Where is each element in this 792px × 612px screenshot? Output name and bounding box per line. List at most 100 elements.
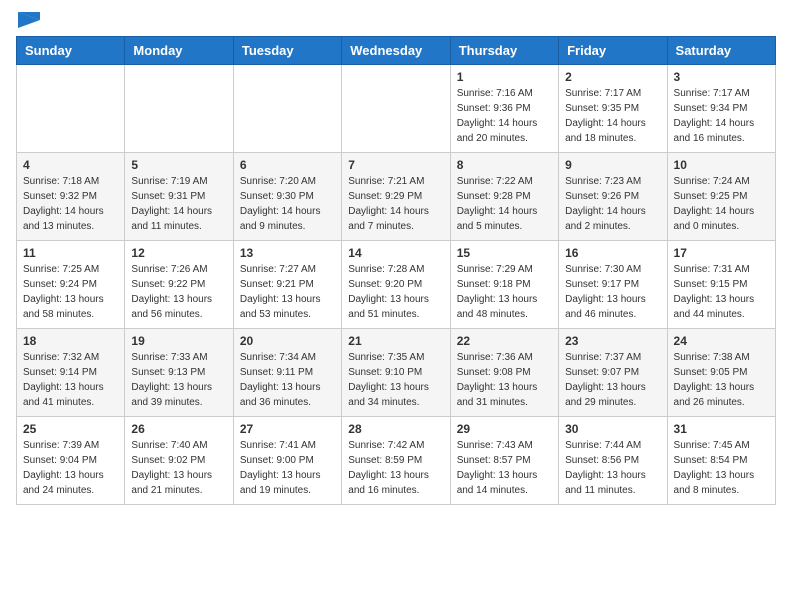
- day-info: Sunrise: 7:42 AM Sunset: 8:59 PM Dayligh…: [348, 438, 443, 498]
- calendar-cell: 16Sunrise: 7:30 AM Sunset: 9:17 PM Dayli…: [559, 241, 667, 329]
- day-info: Sunrise: 7:21 AM Sunset: 9:29 PM Dayligh…: [348, 174, 443, 234]
- day-number: 18: [23, 334, 118, 348]
- column-header-sunday: Sunday: [17, 37, 125, 65]
- day-info: Sunrise: 7:31 AM Sunset: 9:15 PM Dayligh…: [674, 262, 769, 322]
- day-number: 8: [457, 158, 552, 172]
- day-number: 26: [131, 422, 226, 436]
- day-number: 3: [674, 70, 769, 84]
- day-info: Sunrise: 7:24 AM Sunset: 9:25 PM Dayligh…: [674, 174, 769, 234]
- calendar-cell: 11 Sunrise: 7:25 AM Sunset: 9:24 PM Dayli…: [17, 241, 125, 329]
- calendar-cell: 2 Sunrise: 7:17 AM Sunset: 9:35 PM Daylig…: [559, 65, 667, 153]
- day-number: 28: [348, 422, 443, 436]
- day-number: 27: [240, 422, 335, 436]
- calendar-header-row: SundayMondayTuesdayWednesdayThursdayFrid…: [17, 37, 776, 65]
- day-number: 11: [23, 246, 118, 260]
- calendar-cell: 13 Sunrise: 7:27 AM Sunset: 9:21 PM Dayli…: [233, 241, 341, 329]
- calendar-cell: 15 Sunrise: 7:29 AM Sunset: 9:18 PM Dayli…: [450, 241, 558, 329]
- day-info: Sunrise: 7:23 AM Sunset: 9:26 PM Dayligh…: [565, 174, 660, 234]
- calendar-cell: 4Sunrise: 7:18 AM Sunset: 9:32 PM Daylig…: [17, 153, 125, 241]
- column-header-monday: Monday: [125, 37, 233, 65]
- day-number: 22: [457, 334, 552, 348]
- day-number: 2: [565, 70, 660, 84]
- calendar-cell: 17 Sunrise: 7:31 AM Sunset: 9:15 PM Dayli…: [667, 241, 775, 329]
- day-info: Sunrise: 7:17 AM Sunset: 9:34 PM Dayligh…: [674, 86, 769, 146]
- day-number: 7: [348, 158, 443, 172]
- day-number: 9: [565, 158, 660, 172]
- day-info: Sunrise: 7:38 AM Sunset: 9:05 PM Dayligh…: [674, 350, 769, 410]
- logo: [16, 16, 40, 28]
- calendar-week-row: 4Sunrise: 7:18 AM Sunset: 9:32 PM Daylig…: [17, 153, 776, 241]
- day-number: 12: [131, 246, 226, 260]
- calendar-cell: 3 Sunrise: 7:17 AM Sunset: 9:34 PM Daylig…: [667, 65, 775, 153]
- page-header: [16, 16, 776, 28]
- calendar-cell: 23 Sunrise: 7:37 AM Sunset: 9:07 PM Dayli…: [559, 329, 667, 417]
- calendar-cell: [125, 65, 233, 153]
- calendar-cell: 30Sunrise: 7:44 AM Sunset: 8:56 PM Dayli…: [559, 417, 667, 505]
- calendar-cell: 12 Sunrise: 7:26 AM Sunset: 9:22 PM Dayli…: [125, 241, 233, 329]
- day-number: 14: [348, 246, 443, 260]
- calendar-week-row: 25Sunrise: 7:39 AM Sunset: 9:04 PM Dayli…: [17, 417, 776, 505]
- day-info: Sunrise: 7:45 AM Sunset: 8:54 PM Dayligh…: [674, 438, 769, 498]
- day-number: 20: [240, 334, 335, 348]
- day-info: Sunrise: 7:28 AM Sunset: 9:20 PM Dayligh…: [348, 262, 443, 322]
- day-info: Sunrise: 7:37 AM Sunset: 9:07 PM Dayligh…: [565, 350, 660, 410]
- day-info: Sunrise: 7:26 AM Sunset: 9:22 PM Dayligh…: [131, 262, 226, 322]
- calendar-cell: [17, 65, 125, 153]
- calendar-cell: 6Sunrise: 7:20 AM Sunset: 9:30 PM Daylig…: [233, 153, 341, 241]
- day-number: 17: [674, 246, 769, 260]
- calendar-cell: 8 Sunrise: 7:22 AM Sunset: 9:28 PM Daylig…: [450, 153, 558, 241]
- day-number: 25: [23, 422, 118, 436]
- calendar-cell: 21 Sunrise: 7:35 AM Sunset: 9:10 PM Dayli…: [342, 329, 450, 417]
- calendar-table: SundayMondayTuesdayWednesdayThursdayFrid…: [16, 36, 776, 505]
- calendar-cell: 29 Sunrise: 7:43 AM Sunset: 8:57 PM Dayli…: [450, 417, 558, 505]
- day-info: Sunrise: 7:41 AM Sunset: 9:00 PM Dayligh…: [240, 438, 335, 498]
- calendar-week-row: 18 Sunrise: 7:32 AM Sunset: 9:14 PM Dayli…: [17, 329, 776, 417]
- day-info: Sunrise: 7:36 AM Sunset: 9:08 PM Dayligh…: [457, 350, 552, 410]
- calendar-week-row: 11 Sunrise: 7:25 AM Sunset: 9:24 PM Dayli…: [17, 241, 776, 329]
- day-info: Sunrise: 7:34 AM Sunset: 9:11 PM Dayligh…: [240, 350, 335, 410]
- day-number: 13: [240, 246, 335, 260]
- day-info: Sunrise: 7:33 AM Sunset: 9:13 PM Dayligh…: [131, 350, 226, 410]
- day-info: Sunrise: 7:27 AM Sunset: 9:21 PM Dayligh…: [240, 262, 335, 322]
- day-info: Sunrise: 7:19 AM Sunset: 9:31 PM Dayligh…: [131, 174, 226, 234]
- day-info: Sunrise: 7:29 AM Sunset: 9:18 PM Dayligh…: [457, 262, 552, 322]
- day-number: 15: [457, 246, 552, 260]
- calendar-cell: 10Sunrise: 7:24 AM Sunset: 9:25 PM Dayli…: [667, 153, 775, 241]
- calendar-cell: 9 Sunrise: 7:23 AM Sunset: 9:26 PM Daylig…: [559, 153, 667, 241]
- day-number: 24: [674, 334, 769, 348]
- calendar-week-row: 1Sunrise: 7:16 AM Sunset: 9:36 PM Daylig…: [17, 65, 776, 153]
- calendar-cell: 24 Sunrise: 7:38 AM Sunset: 9:05 PM Dayli…: [667, 329, 775, 417]
- calendar-cell: 5 Sunrise: 7:19 AM Sunset: 9:31 PM Daylig…: [125, 153, 233, 241]
- day-info: Sunrise: 7:32 AM Sunset: 9:14 PM Dayligh…: [23, 350, 118, 410]
- day-info: Sunrise: 7:17 AM Sunset: 9:35 PM Dayligh…: [565, 86, 660, 146]
- day-info: Sunrise: 7:43 AM Sunset: 8:57 PM Dayligh…: [457, 438, 552, 498]
- day-number: 5: [131, 158, 226, 172]
- calendar-cell: [233, 65, 341, 153]
- day-number: 4: [23, 158, 118, 172]
- calendar-cell: 14 Sunrise: 7:28 AM Sunset: 9:20 PM Dayli…: [342, 241, 450, 329]
- day-number: 16: [565, 246, 660, 260]
- logo-flag-icon: [18, 12, 40, 28]
- day-number: 1: [457, 70, 552, 84]
- calendar-cell: 26 Sunrise: 7:40 AM Sunset: 9:02 PM Dayli…: [125, 417, 233, 505]
- column-header-wednesday: Wednesday: [342, 37, 450, 65]
- calendar-cell: 31 Sunrise: 7:45 AM Sunset: 8:54 PM Dayli…: [667, 417, 775, 505]
- day-number: 21: [348, 334, 443, 348]
- day-number: 6: [240, 158, 335, 172]
- calendar-cell: 1Sunrise: 7:16 AM Sunset: 9:36 PM Daylig…: [450, 65, 558, 153]
- day-number: 29: [457, 422, 552, 436]
- day-info: Sunrise: 7:22 AM Sunset: 9:28 PM Dayligh…: [457, 174, 552, 234]
- calendar-cell: 19 Sunrise: 7:33 AM Sunset: 9:13 PM Dayli…: [125, 329, 233, 417]
- calendar-cell: 20 Sunrise: 7:34 AM Sunset: 9:11 PM Dayli…: [233, 329, 341, 417]
- day-number: 23: [565, 334, 660, 348]
- column-header-tuesday: Tuesday: [233, 37, 341, 65]
- calendar-cell: 25Sunrise: 7:39 AM Sunset: 9:04 PM Dayli…: [17, 417, 125, 505]
- day-info: Sunrise: 7:25 AM Sunset: 9:24 PM Dayligh…: [23, 262, 118, 322]
- day-info: Sunrise: 7:44 AM Sunset: 8:56 PM Dayligh…: [565, 438, 660, 498]
- calendar-cell: [342, 65, 450, 153]
- day-number: 19: [131, 334, 226, 348]
- day-number: 31: [674, 422, 769, 436]
- day-info: Sunrise: 7:40 AM Sunset: 9:02 PM Dayligh…: [131, 438, 226, 498]
- column-header-saturday: Saturday: [667, 37, 775, 65]
- day-info: Sunrise: 7:35 AM Sunset: 9:10 PM Dayligh…: [348, 350, 443, 410]
